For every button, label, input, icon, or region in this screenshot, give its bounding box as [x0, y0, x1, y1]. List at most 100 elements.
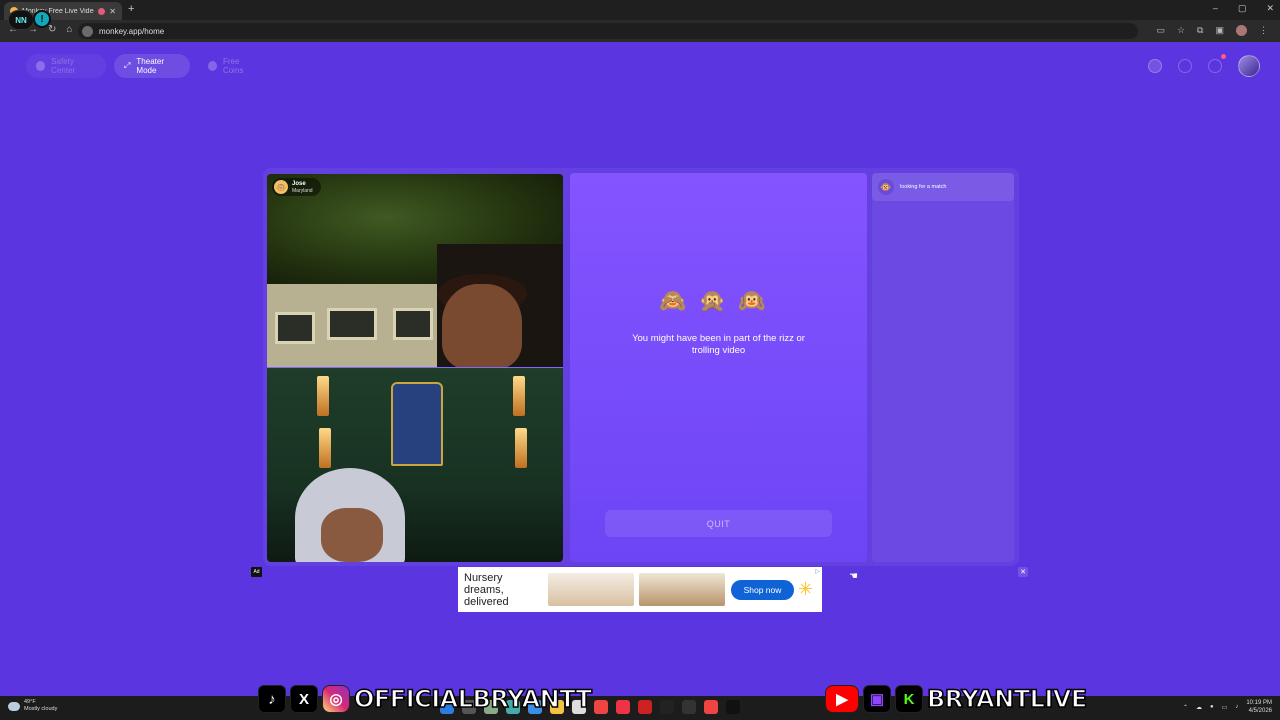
bookmark-star-icon[interactable]: ☆ — [1177, 25, 1185, 36]
mic-icon: ! — [33, 10, 51, 28]
sidebar-icon[interactable]: ▣ — [1215, 25, 1224, 36]
taskbar: 49°F Mostly cloudy ⌃ ☁ ● ▭ ♪ 10:19 PM 4/… — [0, 696, 1280, 720]
close-window-button[interactable]: ✕ — [1266, 3, 1274, 14]
user-avatar[interactable] — [1238, 55, 1260, 77]
youtube-icon: ▶ — [825, 685, 859, 713]
status-row: 🐵 looking for a match — [872, 173, 1014, 201]
chrome-icon[interactable] — [594, 700, 608, 714]
clock-date: 4/5/2026 — [1248, 708, 1272, 714]
ad-product-image[interactable] — [548, 573, 634, 606]
ad-label: Ad — [251, 567, 262, 577]
window-controls: – ▢ ✕ — [1213, 3, 1274, 14]
house-window — [393, 308, 433, 340]
hand-cursor-icon: ☚ — [849, 571, 858, 582]
browser-tabbar: Monkey Free Live Video Ch ✕ + – ▢ ✕ — [0, 0, 1280, 20]
free-coins-button[interactable]: Free Coins — [198, 54, 268, 78]
address-bar: ← → ↻ ⌂ monkey.app/home ▭ ☆ ⧉ ▣ ⋮ — [0, 20, 1280, 42]
status-text: looking for a match — [900, 184, 947, 190]
volume-icon[interactable]: ♪ — [1235, 704, 1238, 710]
safety-center-button[interactable]: Safety Center — [26, 54, 106, 78]
monkey-emojis: 🙈🙊🙉 — [659, 288, 778, 313]
ad-choices-icon[interactable]: ▷ — [815, 568, 820, 575]
chevron-up-icon[interactable]: ⌃ — [1183, 704, 1188, 711]
remote-person — [442, 284, 522, 369]
match-message: You might have been in part of the rizz … — [632, 333, 805, 356]
walmart-spark-icon: ✳ — [798, 579, 814, 599]
peer-avatar: 🐵 — [274, 180, 288, 194]
shop-now-button[interactable]: Shop now — [731, 580, 794, 600]
site-info-icon[interactable] — [82, 25, 93, 37]
mic-tray-icon[interactable]: ● — [1210, 704, 1214, 710]
chat-panel: 🐵 looking for a match — [872, 173, 1014, 562]
chat-icon[interactable] — [1208, 59, 1222, 73]
network-icon[interactable]: ▭ — [1222, 704, 1228, 711]
minimize-button[interactable]: – — [1213, 3, 1218, 14]
peer-tag[interactable]: 🐵 Jose Maryland — [272, 178, 321, 196]
system-tray: ⌃ ☁ ● ▭ ♪ 10:19 PM 4/5/2026 — [1183, 699, 1272, 715]
tiktok-icon: ♪ — [258, 685, 286, 713]
stream-handle: BRYANTLIVE — [926, 684, 1088, 714]
new-tab-button[interactable]: + — [128, 3, 134, 15]
cast-icon[interactable]: ▭ — [1156, 25, 1165, 36]
wall-lamp — [317, 376, 329, 416]
tiktok-app-icon[interactable] — [726, 700, 740, 714]
tab-close-icon[interactable]: ✕ — [109, 7, 116, 16]
coin-icon[interactable] — [1148, 59, 1162, 73]
reload-icon[interactable]: ↻ — [48, 24, 56, 35]
wall-lamp — [513, 376, 525, 416]
ad-banner[interactable]: Nursery dreams, delivered Shop now ✳ ▷ — [458, 567, 822, 612]
clock[interactable]: 10:19 PM 4/5/2026 — [1246, 699, 1272, 715]
safety-center-label: Safety Center — [51, 57, 76, 75]
ad-headline: Nursery dreams, delivered — [464, 572, 509, 608]
terminal-icon[interactable] — [660, 700, 674, 714]
ad-close-button[interactable]: ✕ — [1018, 567, 1028, 577]
social-overlay-left: ♪ X ◎ OFFICIALBRYANTT — [258, 684, 593, 714]
house-window — [327, 308, 377, 340]
tab-title: Monkey Free Live Video Ch — [22, 7, 94, 15]
quit-button[interactable]: QUIT — [605, 510, 832, 537]
local-video — [267, 368, 563, 562]
chrome-active-icon[interactable] — [704, 700, 718, 714]
notification-dot — [1221, 54, 1226, 59]
weather-condition: Mostly cloudy — [24, 706, 58, 712]
history-icon[interactable] — [1178, 59, 1192, 73]
framed-jersey — [391, 382, 443, 466]
maximize-button[interactable]: ▢ — [1238, 3, 1247, 14]
adobe-icon[interactable] — [638, 700, 652, 714]
theater-mode-label: Theater Mode — [136, 57, 164, 75]
wall-lamp — [515, 428, 527, 468]
ad-product-image[interactable] — [639, 573, 725, 606]
profile-avatar[interactable] — [1236, 25, 1247, 36]
twitch-icon: ▣ — [863, 685, 891, 713]
social-handle: OFFICIALBRYANTT — [353, 684, 593, 714]
menu-icon[interactable]: ⋮ — [1259, 25, 1268, 36]
home-icon[interactable]: ⌂ — [66, 24, 72, 35]
onedrive-icon[interactable]: ☁ — [1196, 704, 1202, 711]
house-wall — [267, 284, 437, 367]
app-icon[interactable] — [616, 700, 630, 714]
weather-widget[interactable]: 49°F Mostly cloudy — [8, 699, 57, 713]
cloud-icon — [8, 701, 20, 711]
wall-lamp — [319, 428, 331, 468]
kick-icon: K — [895, 685, 923, 713]
browser-toolbar-icons: ▭ ☆ ⧉ ▣ ⋮ — [1156, 25, 1268, 36]
recording-icon — [98, 7, 106, 15]
peer-name: Jose — [292, 180, 306, 187]
video-feed: 🐵 Jose Maryland — [267, 174, 563, 562]
weather-temp: 49°F — [24, 699, 36, 705]
local-person — [321, 508, 383, 562]
expand-icon: ⤢ — [124, 61, 131, 70]
clock-time: 10:19 PM — [1246, 700, 1272, 706]
social-overlay-right: ▶ ▣ K BRYANTLIVE — [825, 684, 1088, 714]
url-field[interactable]: monkey.app/home — [78, 23, 1138, 39]
peer-location: Maryland — [292, 187, 313, 194]
monkey-avatar-icon: 🐵 — [878, 179, 894, 195]
url-text: monkey.app/home — [99, 26, 165, 36]
house-window — [275, 312, 315, 344]
streamer-logo: NN — [8, 10, 34, 30]
theater-mode-button[interactable]: ⤢ Theater Mode — [114, 54, 190, 78]
instagram-icon: ◎ — [322, 685, 350, 713]
extensions-icon[interactable]: ⧉ — [1197, 25, 1203, 36]
free-coins-label: Free Coins — [222, 57, 244, 75]
github-icon[interactable] — [682, 700, 696, 714]
